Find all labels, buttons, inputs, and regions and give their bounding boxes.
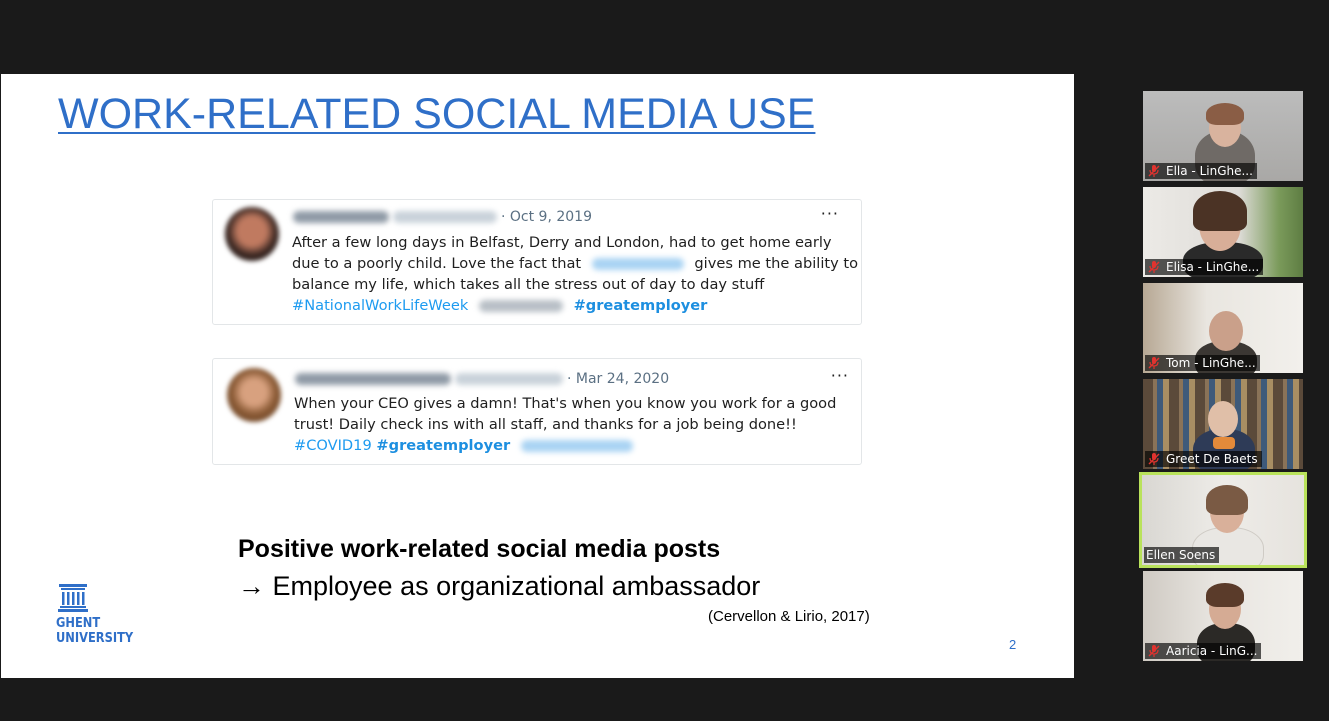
muted-microphone-icon — [1148, 357, 1160, 369]
tweet-line: due to a poorly child. Love the fact tha… — [292, 255, 859, 272]
participant-video-tile[interactable]: Aaricia - LinG... — [1143, 571, 1303, 661]
avatar — [227, 368, 281, 422]
participant-video-tile[interactable]: Greet De Baets — [1143, 379, 1303, 469]
blurred-author-name — [293, 211, 389, 223]
tweet-hashtags: #COVID19 #greatemployer — [294, 435, 836, 456]
blurred-author-name — [295, 373, 451, 385]
blurred-author-handle — [455, 373, 563, 385]
ghent-university-logo: GHENT UNIVERSITY — [56, 584, 146, 664]
logo-text: UNIVERSITY — [56, 631, 134, 646]
slide-headline: Positive work-related social media posts — [238, 535, 721, 563]
participant-video-tile[interactable]: Elisa - LinGhe... — [1143, 187, 1303, 277]
tweet-date: · Mar 24, 2020 — [567, 371, 670, 387]
hashtag-link[interactable]: #COVID19 — [294, 437, 372, 454]
more-options-icon[interactable]: ··· — [831, 366, 849, 385]
tweet-card: · Mar 24, 2020 ··· When your CEO gives a… — [212, 358, 862, 465]
tweet-hashtags: #NationalWorkLifeWeek #greatemployer — [292, 295, 858, 316]
hashtag-link[interactable]: #greatemployer — [574, 297, 708, 314]
more-options-icon[interactable]: ··· — [821, 204, 839, 223]
tweet-line: trust! Daily check ins with all staff, a… — [294, 416, 797, 433]
muted-microphone-icon — [1148, 453, 1160, 465]
muted-microphone-icon — [1148, 165, 1160, 177]
blurred-author-handle — [393, 211, 497, 223]
blurred-mention — [591, 258, 684, 270]
participant-name-label: Elisa - LinGhe... — [1145, 259, 1264, 275]
slide-subline: → Employee as organizational ambassador — [238, 571, 761, 601]
participant-name-label: Greet De Baets — [1145, 451, 1262, 467]
tweet-line: balance my life, which takes all the str… — [292, 276, 765, 293]
participant-video-tile[interactable]: Tom - LinGhe... — [1143, 283, 1303, 373]
blurred-mention — [520, 440, 633, 452]
tweet-line: When your CEO gives a damn! That's when … — [294, 395, 837, 412]
tweet-meta: · Mar 24, 2020 — [295, 371, 669, 387]
presentation-slide: WORK-RELATED SOCIAL MEDIA USE · Oct 9, 2… — [1, 74, 1074, 678]
citation: (Cervellon & Lirio, 2017) — [708, 608, 870, 625]
tweet-date: · Oct 9, 2019 — [501, 209, 592, 225]
tweet-text: When your CEO gives a damn! That's when … — [294, 393, 836, 456]
muted-microphone-icon — [1148, 261, 1160, 273]
participant-name-label: Aaricia - LinG... — [1145, 643, 1262, 659]
participant-video-tile[interactable]: Ella - LinGhe... — [1143, 91, 1303, 181]
participant-name-label: Ellen Soens — [1144, 547, 1220, 563]
avatar — [225, 207, 279, 261]
participant-name-label: Ella - LinGhe... — [1145, 163, 1257, 179]
hashtag-link[interactable]: #greatemployer — [376, 437, 510, 454]
slide-title: WORK-RELATED SOCIAL MEDIA USE — [58, 90, 816, 138]
muted-microphone-icon — [1148, 645, 1160, 657]
hashtag-link[interactable]: #NationalWorkLifeWeek — [292, 297, 468, 314]
tweet-card: · Oct 9, 2019 ··· After a few long days … — [212, 199, 862, 325]
participant-name-label: Tom - LinGhe... — [1145, 355, 1260, 371]
page-number: 2 — [1009, 637, 1017, 652]
university-building-icon — [58, 584, 88, 612]
tweet-text: After a few long days in Belfast, Derry … — [292, 232, 858, 316]
tweet-line: After a few long days in Belfast, Derry … — [292, 234, 832, 251]
blurred-mention — [478, 300, 563, 312]
logo-text: GHENT — [56, 616, 101, 631]
tweet-meta: · Oct 9, 2019 — [293, 209, 592, 225]
participant-video-tile-active-speaker[interactable]: Ellen Soens — [1139, 472, 1307, 568]
